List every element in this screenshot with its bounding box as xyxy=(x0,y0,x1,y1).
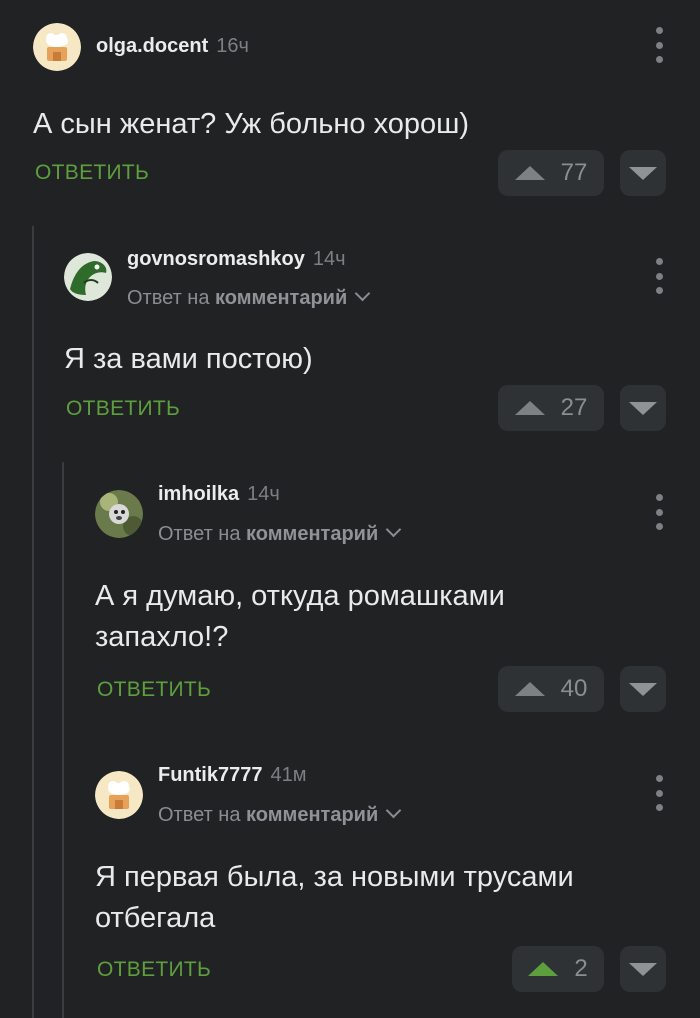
comment-text: Я первая была, за новыми трусами отбегал… xyxy=(95,861,574,934)
more-vertical-icon[interactable] xyxy=(649,494,669,530)
rating-count: 27 xyxy=(560,394,588,421)
downvote-icon xyxy=(629,682,657,696)
username[interactable]: govnosromashkoy 14ч xyxy=(127,248,346,271)
timestamp: 16ч xyxy=(216,35,249,57)
more-vertical-icon[interactable] xyxy=(649,27,669,63)
reply-to-target[interactable]: комментарий xyxy=(246,804,378,826)
comment-text: А сын женат? Уж больно хорош) xyxy=(33,108,470,140)
comment-text: Я за вами постою) xyxy=(64,343,313,375)
upvote-icon xyxy=(514,401,545,415)
downvote-icon xyxy=(629,166,657,180)
timestamp: 41м xyxy=(270,764,307,786)
reply-button[interactable]: ОТВЕТИТЬ xyxy=(97,678,211,702)
upvote-icon xyxy=(514,166,545,180)
reply-to-link[interactable]: Ответ на комментарий xyxy=(158,802,402,827)
upvote-icon xyxy=(528,962,559,976)
chevron-down-icon[interactable] xyxy=(354,285,371,302)
avatar-default-icon xyxy=(95,771,143,819)
more-vertical-icon[interactable] xyxy=(649,775,669,811)
reply-to-target[interactable]: комментарий xyxy=(215,287,347,309)
downvote-button[interactable] xyxy=(620,666,666,712)
upvote-icon xyxy=(514,682,545,696)
reply-to-target[interactable]: комментарий xyxy=(246,523,378,545)
avatar-image-icon xyxy=(95,490,143,538)
username[interactable]: imhoilka 14ч xyxy=(158,483,280,506)
downvote-button[interactable] xyxy=(620,150,666,196)
chevron-down-icon[interactable] xyxy=(385,802,402,819)
reply-button[interactable]: ОТВЕТИТЬ xyxy=(66,397,180,421)
thread-line-level-1 xyxy=(32,226,34,1018)
timestamp: 14ч xyxy=(247,483,280,505)
username[interactable]: Funtik7777 41м xyxy=(158,764,306,787)
username-text[interactable]: Funtik7777 xyxy=(158,764,262,786)
reply-to-prefix: Ответ на xyxy=(127,287,210,309)
reply-to-link[interactable]: Ответ на комментарий xyxy=(158,521,402,546)
downvote-icon xyxy=(629,401,657,415)
downvote-icon xyxy=(629,962,657,976)
upvote-button[interactable]: 40 xyxy=(498,666,604,712)
username-text[interactable]: olga.docent xyxy=(96,35,208,57)
reply-to-prefix: Ответ на xyxy=(158,804,241,826)
username-text[interactable]: imhoilka xyxy=(158,483,239,505)
reply-to-prefix: Ответ на xyxy=(158,523,241,545)
rating-count: 77 xyxy=(560,159,588,186)
timestamp: 14ч xyxy=(312,248,346,270)
downvote-button[interactable] xyxy=(620,385,666,431)
avatar-default-icon xyxy=(33,23,81,71)
downvote-button[interactable] xyxy=(620,946,666,992)
avatar[interactable] xyxy=(95,490,143,538)
rating-count: 40 xyxy=(560,675,588,702)
upvote-button[interactable]: 2 xyxy=(512,946,604,992)
avatar[interactable] xyxy=(33,23,81,71)
reply-button[interactable]: ОТВЕТИТЬ xyxy=(35,161,149,185)
avatar[interactable] xyxy=(64,253,112,301)
username[interactable]: olga.docent 16ч xyxy=(96,35,249,58)
username-text[interactable]: govnosromashkoy xyxy=(127,248,305,270)
upvote-button[interactable]: 77 xyxy=(498,150,604,196)
upvote-button[interactable]: 27 xyxy=(498,385,604,431)
more-vertical-icon[interactable] xyxy=(649,258,669,294)
avatar[interactable] xyxy=(95,771,143,819)
reply-button[interactable]: ОТВЕТИТЬ xyxy=(97,958,211,982)
comment-text: А я думаю, откуда ромашками запахло!? xyxy=(95,580,505,653)
rating-count: 2 xyxy=(574,955,588,982)
chevron-down-icon[interactable] xyxy=(385,521,402,538)
avatar-image-icon xyxy=(64,253,112,301)
thread-line-level-2 xyxy=(62,462,64,1018)
reply-to-link[interactable]: Ответ на комментарий xyxy=(127,285,371,310)
